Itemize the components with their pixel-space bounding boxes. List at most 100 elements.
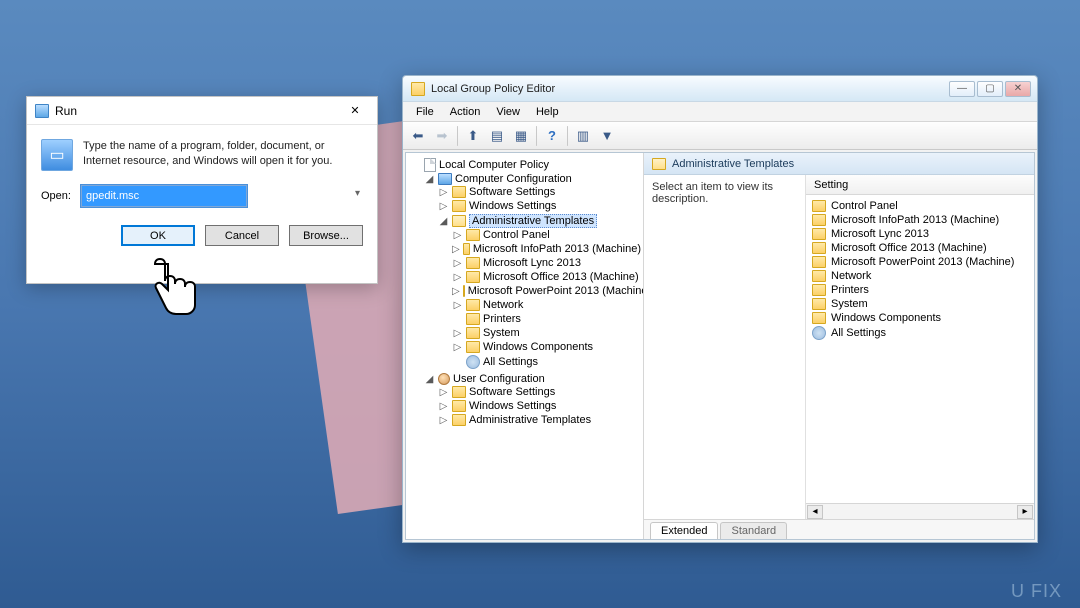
tree-item[interactable]: Software Settings bbox=[469, 386, 555, 398]
list-item: Printers bbox=[808, 283, 1032, 297]
watermark: U FIX bbox=[1011, 581, 1062, 602]
up-button[interactable]: ⬆ bbox=[462, 125, 484, 147]
folder-icon bbox=[452, 186, 466, 198]
menu-help[interactable]: Help bbox=[529, 104, 566, 120]
properties-button[interactable]: ▦ bbox=[510, 125, 532, 147]
filter-button[interactable]: ▼ bbox=[596, 125, 618, 147]
expand-icon[interactable]: ◢ bbox=[438, 216, 449, 227]
folder-icon bbox=[812, 256, 826, 268]
ok-button[interactable]: OK bbox=[121, 225, 195, 246]
tree-item[interactable]: Network bbox=[483, 299, 523, 311]
run-titlebar[interactable]: Run ✕ bbox=[27, 97, 377, 125]
folder-icon bbox=[812, 298, 826, 310]
separator bbox=[567, 126, 568, 146]
forward-button[interactable]: ➡ bbox=[431, 125, 453, 147]
folder-icon bbox=[466, 271, 480, 283]
scroll-left-icon[interactable]: ◂ bbox=[807, 505, 823, 519]
tree-item[interactable]: Control Panel bbox=[483, 229, 550, 241]
settings-list[interactable]: Control Panel Microsoft InfoPath 2013 (M… bbox=[806, 195, 1034, 503]
folder-icon bbox=[812, 284, 826, 296]
menu-view[interactable]: View bbox=[489, 104, 527, 120]
tree-item[interactable]: Microsoft Lync 2013 bbox=[483, 257, 581, 269]
menu-action[interactable]: Action bbox=[443, 104, 488, 120]
folder-icon bbox=[466, 257, 480, 269]
user-icon bbox=[438, 373, 450, 385]
tree-item[interactable]: Administrative Templates bbox=[469, 414, 591, 426]
cancel-button[interactable]: Cancel bbox=[205, 225, 279, 246]
all-settings-icon bbox=[812, 326, 826, 340]
menu-file[interactable]: File bbox=[409, 104, 441, 120]
tab-extended[interactable]: Extended bbox=[650, 522, 718, 539]
show-hide-tree-button[interactable]: ▤ bbox=[486, 125, 508, 147]
all-settings-icon bbox=[466, 355, 480, 369]
folder-icon bbox=[463, 243, 470, 255]
detail-hint: Select an item to view its description. bbox=[652, 181, 773, 205]
close-button[interactable]: ✕ bbox=[1005, 81, 1031, 97]
maximize-button[interactable]: ▢ bbox=[977, 81, 1003, 97]
folder-icon bbox=[466, 299, 480, 311]
list-item: System bbox=[808, 297, 1032, 311]
back-button[interactable]: ⬅ bbox=[407, 125, 429, 147]
tree-item[interactable]: System bbox=[483, 327, 520, 339]
tree-windows-settings[interactable]: Windows Settings bbox=[469, 200, 556, 212]
scroll-right-icon[interactable]: ▸ bbox=[1017, 505, 1033, 519]
tree-item[interactable]: Microsoft Office 2013 (Machine) bbox=[483, 271, 639, 283]
tree-software-settings[interactable]: Software Settings bbox=[469, 186, 555, 198]
export-button[interactable]: ▥ bbox=[572, 125, 594, 147]
dropdown-icon[interactable]: ▾ bbox=[355, 188, 360, 199]
folder-icon bbox=[812, 214, 826, 226]
folder-icon bbox=[812, 242, 826, 254]
expand-icon[interactable]: ◢ bbox=[424, 174, 435, 185]
list-item: Microsoft PowerPoint 2013 (Machine) bbox=[808, 255, 1032, 269]
close-button[interactable]: ✕ bbox=[339, 101, 371, 121]
folder-icon bbox=[463, 285, 465, 297]
tree-pane[interactable]: Local Computer Policy ◢ Computer Configu… bbox=[406, 153, 644, 539]
column-header-setting[interactable]: Setting bbox=[806, 175, 1034, 195]
tree-item[interactable]: Microsoft PowerPoint 2013 (Machine) bbox=[468, 285, 644, 297]
run-app-icon bbox=[35, 104, 49, 118]
folder-icon bbox=[812, 200, 826, 212]
run-title: Run bbox=[55, 104, 77, 118]
folder-icon bbox=[812, 270, 826, 282]
tree-item[interactable]: All Settings bbox=[483, 356, 538, 368]
browse-button[interactable]: Browse... bbox=[289, 225, 363, 246]
gpedit-titlebar[interactable]: Local Group Policy Editor — ▢ ✕ bbox=[403, 76, 1037, 102]
folder-open-icon bbox=[652, 158, 666, 170]
tab-standard[interactable]: Standard bbox=[720, 522, 787, 539]
policy-root-icon bbox=[424, 158, 436, 172]
run-icon: ▭ bbox=[41, 139, 73, 171]
help-button[interactable]: ? bbox=[541, 125, 563, 147]
open-input[interactable] bbox=[81, 185, 247, 207]
expand-icon[interactable]: ▷ bbox=[438, 187, 449, 198]
expand-icon[interactable]: ◢ bbox=[424, 374, 435, 385]
folder-icon bbox=[452, 386, 466, 398]
detail-tabs: Extended Standard bbox=[644, 519, 1034, 539]
description-panel: Select an item to view its description. bbox=[644, 175, 806, 519]
tree-item[interactable]: Microsoft InfoPath 2013 (Machine) bbox=[473, 243, 641, 255]
folder-open-icon bbox=[452, 215, 466, 227]
tree-item[interactable]: Windows Settings bbox=[469, 400, 556, 412]
folder-icon bbox=[466, 341, 480, 353]
horizontal-scrollbar[interactable]: ◂ ▸ bbox=[806, 503, 1034, 519]
tree-admin-templates[interactable]: Administrative Templates bbox=[469, 214, 597, 228]
list-item: Control Panel bbox=[808, 199, 1032, 213]
open-label: Open: bbox=[41, 190, 71, 202]
detail-pane: Administrative Templates Select an item … bbox=[644, 153, 1034, 539]
gpedit-window: Local Group Policy Editor — ▢ ✕ File Act… bbox=[402, 75, 1038, 543]
tree-computer-config[interactable]: Computer Configuration bbox=[455, 173, 572, 185]
folder-icon bbox=[466, 313, 480, 325]
minimize-button[interactable]: — bbox=[949, 81, 975, 97]
tree-root[interactable]: Local Computer Policy bbox=[439, 159, 549, 171]
expand-icon[interactable]: ▷ bbox=[438, 201, 449, 212]
list-item: Microsoft Office 2013 (Machine) bbox=[808, 241, 1032, 255]
separator bbox=[536, 126, 537, 146]
tree-item[interactable]: Windows Components bbox=[483, 341, 593, 353]
gpedit-app-icon bbox=[411, 82, 425, 96]
folder-icon bbox=[812, 312, 826, 324]
list-item: Microsoft Lync 2013 bbox=[808, 227, 1032, 241]
tree-user-config[interactable]: User Configuration bbox=[453, 373, 545, 385]
tree-item[interactable]: Printers bbox=[483, 313, 521, 325]
list-item: Windows Components bbox=[808, 311, 1032, 325]
list-item: Network bbox=[808, 269, 1032, 283]
detail-heading: Administrative Templates bbox=[672, 158, 794, 170]
